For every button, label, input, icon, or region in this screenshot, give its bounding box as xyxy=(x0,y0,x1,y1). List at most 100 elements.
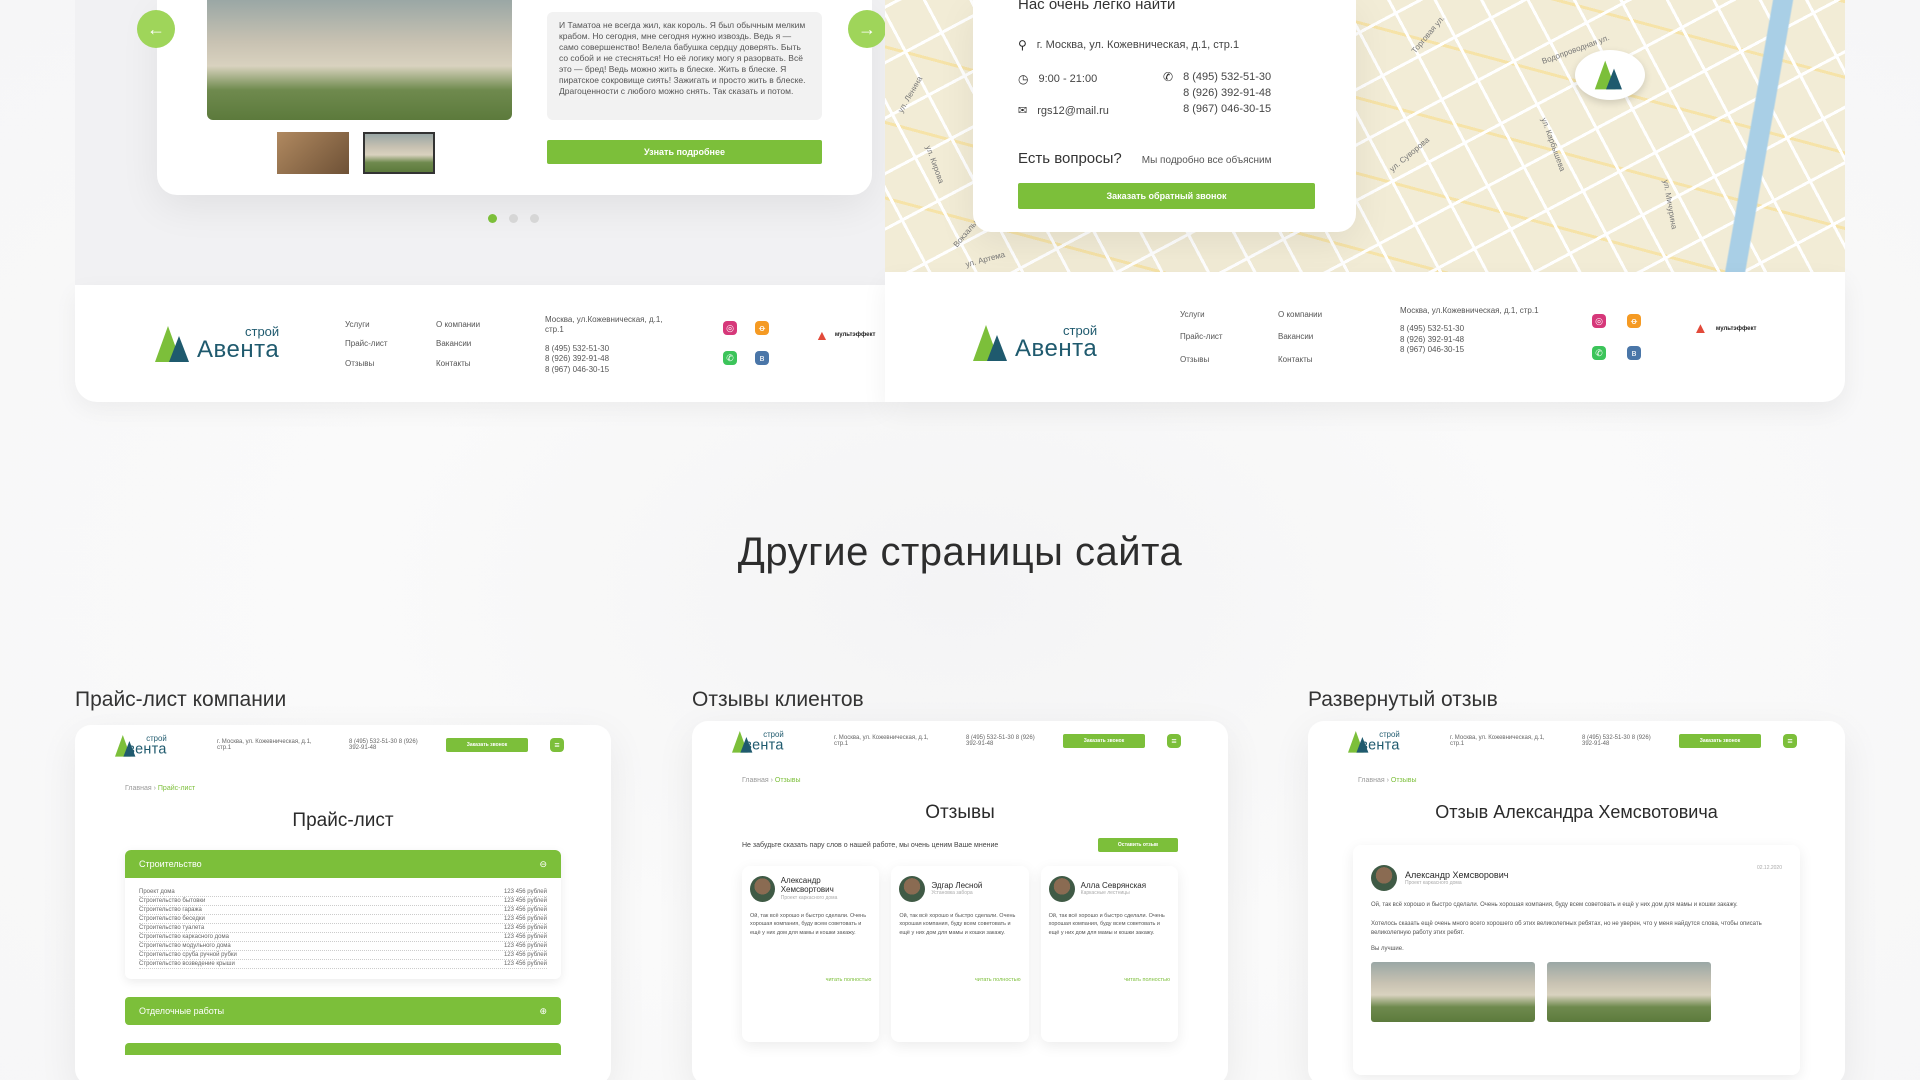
price-row-value: 123 456 рублей xyxy=(503,943,547,949)
footer-link-price[interactable]: Прайс-лист xyxy=(345,339,388,349)
accordion-title-1: Строительство xyxy=(139,859,202,869)
price-row: Строительство бытовки 123 456 рублей xyxy=(139,897,547,906)
footer-contacts: Москва, ул.Кожевническая, д.1, стр.1 8 (… xyxy=(1400,306,1540,356)
footer-contacts: Москва, ул.Кожевническая, д.1, стр.1 8 (… xyxy=(545,315,675,375)
location-icon: ⚲ xyxy=(1018,38,1027,53)
breadcrumb-home[interactable]: Главная xyxy=(1358,777,1385,784)
mini-call-button[interactable]: Заказать звонок xyxy=(446,738,528,752)
footer-link-reviews[interactable]: Отзывы xyxy=(1180,355,1223,365)
read-more-link[interactable]: читать полностью xyxy=(899,977,1021,983)
footer-logo[interactable]: строй Авента xyxy=(155,325,279,362)
review-card[interactable]: Эдгар Лесной Установка забора Ой, так всё … xyxy=(891,866,1029,1042)
map-label: ул. Карбышева xyxy=(1539,116,1568,173)
odnoklassniki-icon[interactable]: ꝋ xyxy=(755,321,769,335)
accordion-header-1[interactable]: Строительство ⊖ xyxy=(125,850,561,878)
slider-thumb-2[interactable] xyxy=(363,132,435,174)
slider-thumb-1[interactable] xyxy=(277,132,349,174)
map-label: ул. Ленина xyxy=(896,74,925,115)
vk-icon[interactable]: в xyxy=(755,351,769,365)
footer-socials: ◎ ꝋ ✆ в xyxy=(723,321,769,365)
footer-phone-3[interactable]: 8 (967) 046-30-15 xyxy=(545,365,675,375)
read-more-link[interactable]: читать полностью xyxy=(750,977,872,983)
reviews-intro: Не забудьте сказать пару слов о нашей ра… xyxy=(742,841,999,849)
price-row: Строительство каркасного дома 123 456 руб… xyxy=(139,933,547,942)
menu-icon[interactable]: ≡ xyxy=(550,738,564,752)
review-author: Эдгар Лесной xyxy=(931,880,983,890)
dot[interactable] xyxy=(530,214,539,223)
review-photo-2[interactable] xyxy=(1547,962,1711,1022)
breadcrumb-current: Прайс-лист xyxy=(157,785,196,792)
instagram-icon[interactable]: ◎ xyxy=(723,321,737,335)
footer-phone-3[interactable]: 8 (967) 046-30-15 xyxy=(1400,345,1540,355)
price-row: Строительство беседки 123 456 рублей xyxy=(139,915,547,924)
developer-logo[interactable]: ▲ мультэффект xyxy=(1693,320,1756,337)
footer-link-reviews[interactable]: Отзывы xyxy=(345,359,388,369)
footer-link-services[interactable]: Услуги xyxy=(1180,310,1223,320)
footer-socials: ◎ ꝋ ✆ в xyxy=(1592,314,1642,360)
reviews-caption: Отзывы клиентов xyxy=(692,688,864,711)
footer-link-jobs[interactable]: Вакансии xyxy=(436,339,480,349)
mini-logo: строй Авента xyxy=(732,730,784,753)
reviews-preview[interactable]: строй Авента г. Москва, ул. Кожевническая… xyxy=(692,721,1228,1080)
accordion-header-2[interactable]: Отделочные работы ⊕ xyxy=(125,997,561,1025)
footer-link-services[interactable]: Услуги xyxy=(345,320,388,330)
whatsapp-icon[interactable]: ✆ xyxy=(723,351,737,365)
developer-logo[interactable]: ▲ мультэффект xyxy=(815,327,875,343)
accordion-header-3[interactable] xyxy=(125,1043,561,1055)
dot-active[interactable] xyxy=(488,214,497,223)
prev-arrow-button[interactable]: ← xyxy=(137,10,175,48)
mini-header: строй Авента г. Москва, ул. Кожевническая… xyxy=(75,725,611,765)
developer-name: мультэффект xyxy=(1715,325,1757,332)
review-photo-1[interactable] xyxy=(1371,962,1535,1022)
whatsapp-icon[interactable]: ✆ xyxy=(1592,346,1606,360)
arrow-right-icon: → xyxy=(858,18,876,39)
callback-button[interactable]: Заказать обратный звонок xyxy=(1018,183,1315,209)
review-card[interactable]: Алла Севрянская Каркасные лестницы Ой, так… xyxy=(1040,866,1178,1042)
full-review-preview[interactable]: строй Авента г. Москва, ул. Кожевническая… xyxy=(1308,721,1845,1080)
footer-link-about[interactable]: О компании xyxy=(436,320,480,330)
price-row-name: Строительство сруба ручной рубки xyxy=(139,952,237,958)
price-preview[interactable]: строй Авента г. Москва, ул. Кожевническая… xyxy=(75,725,611,1080)
footer-logo[interactable]: строй Авента xyxy=(973,324,1097,361)
breadcrumb-current: Отзывы xyxy=(774,777,801,784)
odnoklassniki-icon[interactable]: ꝋ xyxy=(1627,314,1641,328)
breadcrumb-home[interactable]: Главная xyxy=(125,785,152,792)
contacts-phone-2[interactable]: 8 (926) 392-91-48 xyxy=(1183,86,1271,102)
contacts-phone-3[interactable]: 8 (967) 046-30-15 xyxy=(1183,102,1271,118)
footer-phone-2[interactable]: 8 (926) 392-91-48 xyxy=(545,354,675,364)
mini-call-button[interactable]: Заказать звонок xyxy=(1063,734,1145,748)
mini-logo: строй Авента xyxy=(115,734,167,757)
menu-icon[interactable]: ≡ xyxy=(1783,734,1797,748)
dot[interactable] xyxy=(509,214,518,223)
vk-icon[interactable]: в xyxy=(1627,346,1641,360)
logo-mark-icon xyxy=(973,325,1011,361)
review-sign: Вы лучшие. xyxy=(1371,946,1404,952)
contacts-card: Нас очень легко найти ⚲ г. Москва, ул. К… xyxy=(973,0,1356,232)
slider-dots xyxy=(488,214,539,223)
more-button[interactable]: Узнать подробнее xyxy=(547,140,822,164)
footer-link-about[interactable]: О компании xyxy=(1278,310,1322,320)
footer-link-contacts[interactable]: Контакты xyxy=(436,359,480,369)
avatar xyxy=(899,876,926,902)
footer-phone-2[interactable]: 8 (926) 392-91-48 xyxy=(1400,335,1540,345)
leave-review-button[interactable]: Оставить отзыв xyxy=(1098,838,1178,852)
breadcrumb-home[interactable]: Главная xyxy=(742,777,769,784)
footer-phone-1[interactable]: 8 (495) 532-51-30 xyxy=(1400,324,1540,334)
footer-link-jobs[interactable]: Вакансии xyxy=(1278,332,1322,342)
read-more-link[interactable]: читать полностью xyxy=(1049,977,1170,983)
footer-phone-1[interactable]: 8 (495) 532-51-30 xyxy=(545,344,675,354)
footer-col-1: Услуги Прайс-лист Отзывы xyxy=(345,320,388,369)
instagram-icon[interactable]: ◎ xyxy=(1592,314,1606,328)
next-arrow-button[interactable]: → xyxy=(848,10,886,48)
footer-link-contacts[interactable]: Контакты xyxy=(1278,355,1322,365)
footer-left: строй Авента Услуги Прайс-лист Отзывы О … xyxy=(75,285,885,402)
mini-logo: строй Авента xyxy=(1348,730,1400,753)
contacts-phone-1[interactable]: 8 (495) 532-51-30 xyxy=(1183,70,1271,86)
menu-icon[interactable]: ≡ xyxy=(1167,734,1181,748)
mini-call-button[interactable]: Заказать звонок xyxy=(1679,734,1761,748)
logo-big: Авента xyxy=(1015,335,1098,362)
contacts-address: г. Москва, ул. Кожевническая, д.1, стр.1 xyxy=(1036,39,1240,51)
footer-link-price[interactable]: Прайс-лист xyxy=(1180,332,1223,342)
review-card[interactable]: Александр Хемсвортович Проект каркасного … xyxy=(742,866,880,1042)
contacts-email[interactable]: rgs12@mail.ru xyxy=(1037,105,1109,117)
